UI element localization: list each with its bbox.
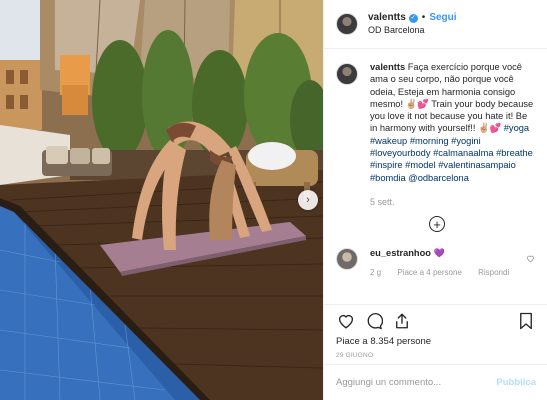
hashtag-link[interactable]: #morning [410, 136, 449, 146]
author-username[interactable]: valentts [368, 12, 406, 25]
hashtag-link[interactable]: #bomdia [370, 173, 406, 183]
heart-outline-icon[interactable] [526, 254, 535, 266]
hashtag-link[interactable]: #yogini [451, 136, 480, 146]
post-photo[interactable]: › [0, 0, 323, 400]
author-avatar[interactable] [336, 13, 358, 35]
post-image [0, 0, 323, 400]
comment-item: eu_estranhoo 💜 2 g Piace a 4 persone Ris… [336, 248, 535, 277]
share-icon[interactable] [392, 311, 412, 331]
likes-count[interactable]: Piace a 8.354 persone [336, 336, 536, 347]
follow-button[interactable]: Segui [429, 12, 456, 25]
hashtag-link[interactable]: #yoga [504, 123, 529, 133]
comment-input[interactable] [336, 377, 497, 388]
commenter-username[interactable]: eu_estranhoo [370, 248, 431, 258]
separator-dot: • [421, 12, 426, 24]
plus-circle-icon: + [433, 216, 441, 232]
add-comment-bar: Pubblica [324, 364, 547, 400]
author-meta: valentts ✓ • Segui OD Barcelona [368, 12, 457, 36]
comment-likes[interactable]: Piace a 4 persone [397, 268, 462, 277]
post-header: valentts ✓ • Segui OD Barcelona [324, 0, 547, 49]
hashtag-link[interactable]: #valentinasampaio [438, 160, 516, 170]
caption: valentts Faça exercício porque você ama … [336, 61, 535, 208]
caption-age[interactable]: 5 sett. [370, 196, 535, 208]
carousel-next-button[interactable]: › [298, 190, 318, 210]
caption-mention[interactable]: @odbarcelona [408, 173, 469, 183]
comment-text: 💜 [433, 248, 445, 259]
caption-username[interactable]: valentts [370, 62, 405, 72]
reply-button[interactable]: Rispondi [478, 268, 509, 277]
bookmark-icon[interactable] [516, 311, 536, 331]
hashtag-link[interactable]: #loveyourbody [370, 148, 430, 158]
post-actions: Piace a 8.354 persone 29 GIUGNO [324, 304, 547, 359]
caption-author-avatar[interactable] [336, 63, 358, 85]
publish-button[interactable]: Pubblica [496, 377, 536, 388]
load-more-comments-button[interactable]: + [429, 216, 445, 233]
comment-bubble-icon[interactable] [364, 311, 384, 331]
post-sidebar: valentts ✓ • Segui OD Barcelona valentts… [323, 0, 547, 400]
hashtag-link[interactable]: #wakeup [370, 136, 407, 146]
caption-body: valentts Faça exercício porque você ama … [370, 61, 535, 208]
verified-badge-icon: ✓ [408, 13, 418, 23]
commenter-avatar[interactable] [336, 248, 358, 271]
hashtag-link[interactable]: #model [405, 160, 436, 170]
like-heart-icon[interactable] [336, 311, 356, 331]
hashtag-link[interactable]: #breathe [496, 148, 533, 158]
post-date[interactable]: 29 GIUGNO [336, 352, 536, 359]
comments-section[interactable]: valentts Faça exercício porque você ama … [324, 49, 547, 304]
hashtag-link[interactable]: #calmanaalma [433, 148, 493, 158]
comment-age[interactable]: 2 g [370, 268, 381, 277]
post-location[interactable]: OD Barcelona [368, 25, 457, 36]
chevron-right-icon: › [306, 194, 310, 206]
hashtag-link[interactable]: #inspire [370, 160, 403, 170]
